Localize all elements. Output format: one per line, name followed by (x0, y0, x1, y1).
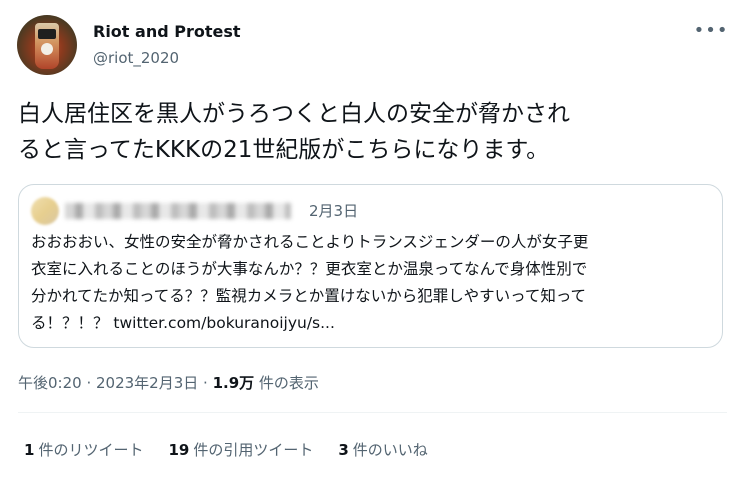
tweet-text-line: 白人居住区を黒人がうろつくと白人の安全が脅かされ (18, 101, 570, 127)
avatar-skull-image (41, 43, 53, 55)
tweet-text-line: ると言ってたKKKの21世紀版がこちらになります。 (18, 137, 550, 163)
meta-separator: · (198, 374, 213, 392)
tweet-metadata: 午後0:20 · 2023年2月3日 · 1.9万 件の表示 (18, 373, 319, 393)
quoted-tweet-card[interactable]: 2月3日 おおおおい、女性の安全が脅かされることよりトランスジェンダーの人が女子… (18, 184, 723, 348)
likes-count: 3 (338, 441, 349, 459)
retweets-label: 件のリツイート (38, 441, 144, 459)
avatar-label-image (38, 29, 56, 39)
quoted-tweet-text: おおおおい、女性の安全が脅かされることよりトランスジェンダーの人が女子更 衣室に… (31, 229, 715, 337)
quoted-text-line: 衣室に入れることのほうが大事なんか？？更衣室とか温泉ってなんで身体性別で (31, 260, 588, 278)
author-handle[interactable]: @riot_2020 (93, 48, 179, 68)
quoted-text-line: る！？！？ twitter.com/bokuranoijyu/s... (31, 314, 335, 332)
quoted-author-avatar-blurred (31, 197, 59, 225)
quoted-text-line: おおおおい、女性の安全が脅かされることよりトランスジェンダーの人が女子更 (31, 233, 589, 251)
views-label: 件の表示 (254, 374, 319, 392)
author-name[interactable]: Riot and Protest (93, 22, 241, 42)
quoted-author-name-blurred (65, 203, 291, 219)
likes-stat[interactable]: 3 件のいいね (338, 440, 427, 460)
more-horizontal-icon[interactable]: ••• (694, 20, 728, 41)
likes-label: 件のいいね (352, 441, 428, 459)
views-count: 1.9万 (212, 374, 255, 392)
author-avatar[interactable] (17, 15, 77, 75)
engagement-stats: 1 件のリツイート 19 件の引用ツイート 3 件のいいね (24, 440, 428, 460)
divider (18, 412, 727, 413)
quoted-text-line: 分かれてたか知ってる？？監視カメラとか置けないから犯罪しやすいって知って (31, 287, 587, 305)
quotes-stat[interactable]: 19 件の引用ツイート (168, 440, 313, 460)
tweet-timestamp[interactable]: 午後0:20 · 2023年2月3日 (18, 374, 198, 392)
quotes-count: 19 (168, 441, 190, 459)
retweets-stat[interactable]: 1 件のリツイート (24, 440, 143, 460)
retweets-count: 1 (24, 441, 35, 459)
tweet-text: 白人居住区を黒人がうろつくと白人の安全が脅かされ ると言ってたKKKの21世紀版… (18, 96, 723, 168)
quoted-tweet-date[interactable]: 2月3日 (309, 201, 358, 221)
quotes-label: 件の引用ツイート (193, 441, 314, 459)
